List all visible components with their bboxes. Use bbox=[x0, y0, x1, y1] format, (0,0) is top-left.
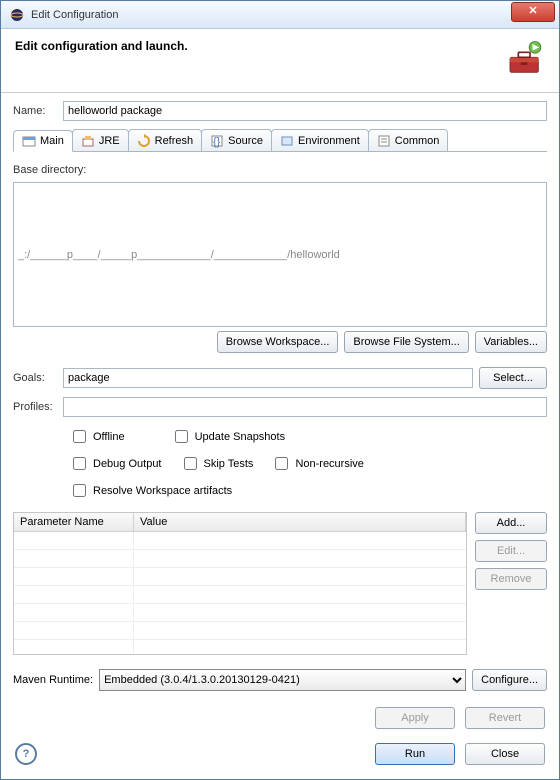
goals-input[interactable] bbox=[63, 368, 473, 388]
name-row: Name: bbox=[13, 101, 547, 121]
bottom-bar: ? Run Close bbox=[1, 737, 559, 779]
parameters-area: Parameter Name Value bbox=[13, 512, 547, 655]
tab-jre[interactable]: JRE bbox=[72, 129, 129, 151]
browse-workspace-button[interactable]: Browse Workspace... bbox=[217, 331, 339, 353]
tab-common[interactable]: Common bbox=[368, 129, 449, 151]
window-title: Edit Configuration bbox=[31, 9, 511, 21]
run-button[interactable]: Run bbox=[375, 743, 455, 765]
parameters-side-buttons: Add... Edit... Remove bbox=[475, 512, 547, 655]
apply-revert-row: Apply Revert bbox=[1, 695, 559, 737]
check-row-3: Resolve Workspace artifacts bbox=[69, 481, 547, 500]
tab-environment[interactable]: Environment bbox=[271, 129, 369, 151]
jre-tab-icon bbox=[81, 134, 95, 148]
debug-output-checkbox[interactable]: Debug Output bbox=[69, 454, 162, 473]
source-tab-icon: {} bbox=[210, 134, 224, 148]
header-text: Edit configuration and launch. bbox=[15, 39, 497, 53]
goals-row: Goals: Select... bbox=[13, 367, 547, 389]
runtime-select[interactable]: Embedded (3.0.4/1.3.0.20130129-0421) bbox=[99, 669, 466, 691]
goals-label: Goals: bbox=[13, 372, 57, 384]
skip-tests-checkbox[interactable]: Skip Tests bbox=[180, 454, 254, 473]
titlebar: Edit Configuration ✕ bbox=[1, 1, 559, 29]
main-tab-icon bbox=[22, 134, 36, 148]
apply-button[interactable]: Apply bbox=[375, 707, 455, 729]
tab-refresh-label: Refresh bbox=[155, 135, 194, 147]
profiles-row: Profiles: bbox=[13, 397, 547, 417]
offline-checkbox[interactable]: Offline bbox=[69, 427, 125, 446]
tab-main-label: Main bbox=[40, 135, 64, 147]
basedir-input[interactable] bbox=[13, 182, 547, 327]
basedir-label: Base directory: bbox=[13, 164, 547, 176]
non-recursive-checkbox[interactable]: Non-recursive bbox=[271, 454, 363, 473]
param-remove-button[interactable]: Remove bbox=[475, 568, 547, 590]
check-row-1: Offline Update Snapshots bbox=[69, 427, 547, 446]
parameters-table[interactable]: Parameter Name Value bbox=[13, 512, 467, 655]
name-label: Name: bbox=[13, 105, 57, 117]
update-snapshots-checkbox[interactable]: Update Snapshots bbox=[171, 427, 286, 446]
param-col-name: Parameter Name bbox=[14, 513, 134, 531]
param-col-value: Value bbox=[134, 513, 466, 531]
param-add-button[interactable]: Add... bbox=[475, 512, 547, 534]
tab-common-label: Common bbox=[395, 135, 440, 147]
name-input[interactable] bbox=[63, 101, 547, 121]
variables-button[interactable]: Variables... bbox=[475, 331, 547, 353]
common-tab-icon bbox=[377, 134, 391, 148]
revert-button[interactable]: Revert bbox=[465, 707, 545, 729]
runtime-configure-button[interactable]: Configure... bbox=[472, 669, 547, 691]
parameters-body bbox=[14, 532, 466, 654]
check-row-2: Debug Output Skip Tests Non-recursive bbox=[69, 454, 547, 473]
goals-select-button[interactable]: Select... bbox=[479, 367, 547, 389]
tab-source[interactable]: {} Source bbox=[201, 129, 272, 151]
runtime-row: Maven Runtime: Embedded (3.0.4/1.3.0.201… bbox=[13, 669, 547, 691]
tab-refresh[interactable]: Refresh bbox=[128, 129, 203, 151]
tab-source-label: Source bbox=[228, 135, 263, 147]
close-button[interactable]: Close bbox=[465, 743, 545, 765]
tab-environment-label: Environment bbox=[298, 135, 360, 147]
runtime-label: Maven Runtime: bbox=[13, 674, 93, 686]
header: Edit configuration and launch. bbox=[1, 29, 559, 93]
environment-tab-icon bbox=[280, 134, 294, 148]
parameters-header: Parameter Name Value bbox=[14, 513, 466, 532]
run-toolbox-icon bbox=[497, 39, 545, 82]
eclipse-icon bbox=[9, 7, 25, 23]
help-icon[interactable]: ? bbox=[15, 743, 37, 765]
window-close-button[interactable]: ✕ bbox=[511, 2, 555, 22]
basedir-buttons: Browse Workspace... Browse File System..… bbox=[13, 331, 547, 353]
svg-text:{}: {} bbox=[213, 136, 221, 148]
refresh-tab-icon bbox=[137, 134, 151, 148]
profiles-input[interactable] bbox=[63, 397, 547, 417]
param-edit-button[interactable]: Edit... bbox=[475, 540, 547, 562]
content-area: Name: Main JRE Refresh {} Source En bbox=[1, 93, 559, 695]
tab-main[interactable]: Main bbox=[13, 130, 73, 152]
browse-filesystem-button[interactable]: Browse File System... bbox=[344, 331, 468, 353]
tab-jre-label: JRE bbox=[99, 135, 120, 147]
tab-bar: Main JRE Refresh {} Source Environment C… bbox=[13, 129, 547, 152]
resolve-workspace-checkbox[interactable]: Resolve Workspace artifacts bbox=[69, 481, 232, 500]
profiles-label: Profiles: bbox=[13, 401, 57, 413]
dialog-window: Edit Configuration ✕ Edit configuration … bbox=[0, 0, 560, 780]
